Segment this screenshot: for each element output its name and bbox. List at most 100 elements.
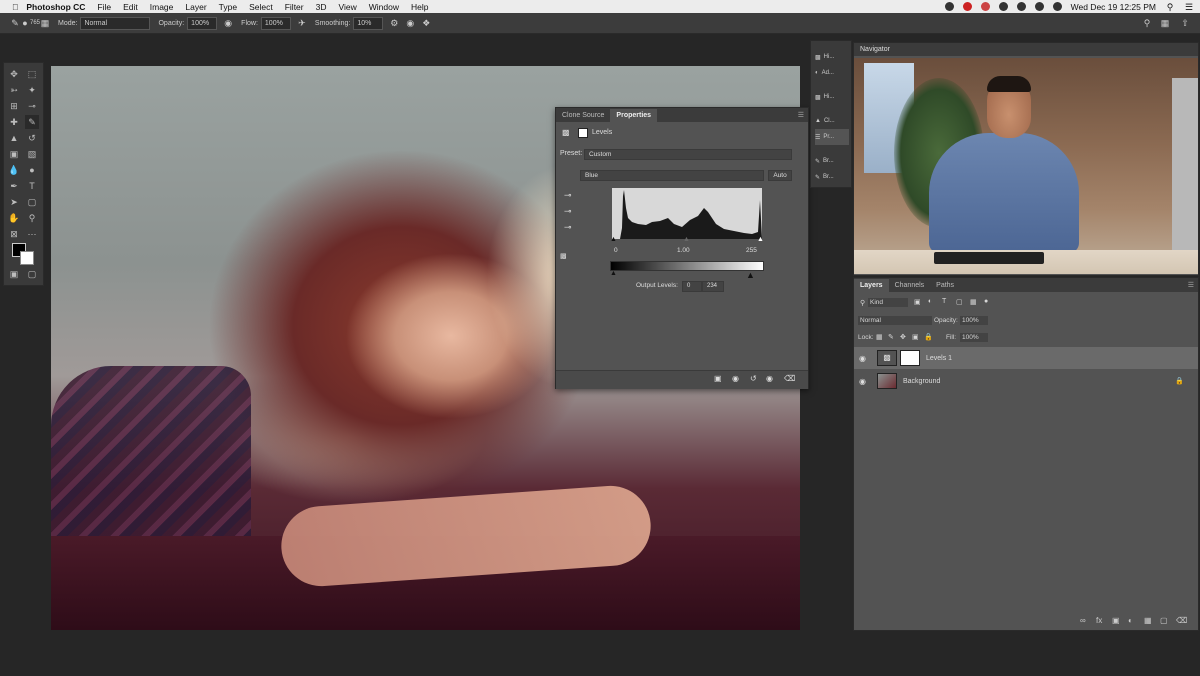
tab-paths[interactable]: Paths bbox=[930, 279, 960, 292]
visibility-eye-icon[interactable]: ◉ bbox=[766, 374, 773, 383]
output-white-slider-icon[interactable]: ▲ bbox=[746, 270, 755, 280]
search-icon[interactable]: ⚲ bbox=[1142, 18, 1152, 28]
menu-layer[interactable]: Layer bbox=[185, 2, 206, 12]
more-tools-icon[interactable]: ⋯ bbox=[25, 227, 39, 241]
share-icon[interactable]: ⇧ bbox=[1180, 18, 1190, 28]
white-point-eyedropper-icon[interactable]: ⊸ bbox=[564, 222, 572, 233]
artboard-tool-icon[interactable]: ⊠ bbox=[7, 227, 21, 241]
mode-select[interactable]: Normal bbox=[80, 16, 151, 30]
marquee-tool-icon[interactable]: ⬚ bbox=[25, 67, 39, 81]
preset-select[interactable]: Custom bbox=[584, 149, 792, 160]
lasso-tool-icon[interactable]: ➳ bbox=[7, 83, 21, 97]
filter-toggle-icon[interactable]: ● bbox=[984, 298, 988, 305]
spotlight-icon[interactable]: ⚲ bbox=[1165, 2, 1175, 12]
filter-smart-object-icon[interactable]: ▦ bbox=[970, 298, 977, 306]
app-name-menu[interactable]: Photoshop CC bbox=[26, 2, 85, 12]
menu-image[interactable]: Image bbox=[150, 2, 174, 12]
new-group-icon[interactable]: ▦ bbox=[1144, 616, 1152, 625]
input-white-slider-icon[interactable]: ▲ bbox=[757, 236, 764, 243]
menu-window[interactable]: Window bbox=[369, 2, 399, 12]
delete-layer-icon[interactable]: ⌫ bbox=[1176, 616, 1187, 625]
menu-extra-icon[interactable] bbox=[980, 2, 990, 11]
filter-search-icon[interactable]: ⚲ bbox=[860, 299, 865, 307]
screen-mode-icon[interactable]: ▢ bbox=[25, 267, 39, 281]
layer-name[interactable]: Background bbox=[903, 378, 940, 385]
input-gamma-value[interactable]: 1.00 bbox=[677, 247, 690, 254]
crop-tool-icon[interactable]: ⊞ bbox=[7, 99, 21, 113]
lock-pixels-icon[interactable]: ✎ bbox=[888, 333, 894, 341]
panel-brush-settings-icon[interactable]: ✎ Br... bbox=[815, 169, 849, 185]
delete-icon[interactable]: ⌫ bbox=[784, 374, 795, 383]
tab-clone-source[interactable]: Clone Source bbox=[556, 109, 610, 122]
layer-opacity-field[interactable]: 100% bbox=[960, 316, 988, 325]
tab-layers[interactable]: Layers bbox=[854, 279, 889, 292]
path-selection-tool-icon[interactable]: ➤ bbox=[7, 195, 21, 209]
layer-row-levels[interactable]: ◉ ▩ Levels 1 bbox=[854, 347, 1198, 369]
creative-cloud-icon[interactable] bbox=[944, 2, 954, 11]
blur-tool-icon[interactable]: 💧 bbox=[7, 163, 21, 177]
move-tool-icon[interactable]: ✥ bbox=[7, 67, 21, 81]
type-tool-icon[interactable]: T bbox=[25, 179, 39, 193]
histogram-mini-icon[interactable]: ▩ bbox=[560, 252, 567, 260]
notification-center-icon[interactable]: ☰ bbox=[1184, 2, 1194, 12]
output-black-field[interactable]: 0 bbox=[682, 281, 702, 292]
history-brush-tool-icon[interactable]: ↺ bbox=[25, 131, 39, 145]
gray-point-eyedropper-icon[interactable]: ⊸ bbox=[564, 206, 572, 217]
battery-icon[interactable] bbox=[1052, 2, 1062, 11]
panel-clone-source-icon[interactable]: ▲ Cl... bbox=[815, 113, 849, 129]
zoom-tool-icon[interactable]: ⚲ bbox=[25, 211, 39, 225]
workspace-icon[interactable]: ▦ bbox=[1160, 18, 1170, 28]
layer-name[interactable]: Levels 1 bbox=[926, 355, 952, 362]
panel-history-icon[interactable]: ▩ Hi... bbox=[815, 89, 849, 105]
blend-mode-select[interactable]: Normal bbox=[858, 316, 932, 325]
layer-mask-thumbnail[interactable] bbox=[900, 350, 920, 366]
menu-3d[interactable]: 3D bbox=[316, 2, 327, 12]
visibility-eye-icon[interactable]: ◉ bbox=[859, 377, 869, 386]
navigator-title[interactable]: Navigator bbox=[854, 43, 1198, 56]
quick-mask-icon[interactable]: ▣ bbox=[7, 267, 21, 281]
dodge-tool-icon[interactable]: ● bbox=[25, 163, 39, 177]
clone-stamp-tool-icon[interactable]: ▲ bbox=[7, 131, 21, 145]
background-color-swatch[interactable] bbox=[20, 251, 34, 265]
magic-wand-tool-icon[interactable]: ✦ bbox=[25, 83, 39, 97]
channel-select[interactable]: Blue bbox=[580, 170, 764, 181]
lock-icon[interactable]: 🔒 bbox=[1175, 377, 1184, 385]
filter-pixel-icon[interactable]: ▣ bbox=[914, 298, 921, 306]
clip-to-layer-icon[interactable]: ▣ bbox=[714, 374, 722, 383]
hand-tool-icon[interactable]: ✋ bbox=[7, 211, 21, 225]
apple-icon[interactable]:  bbox=[12, 2, 18, 12]
brush-preset-picker-icon[interactable]: ● bbox=[20, 18, 30, 28]
airbrush-icon[interactable]: ✈ bbox=[297, 18, 307, 28]
output-white-field[interactable]: 234 bbox=[702, 281, 724, 292]
layers-panel-menu-icon[interactable]: ☰ bbox=[1184, 278, 1198, 292]
new-adjustment-layer-icon[interactable]: ◐ bbox=[1128, 616, 1133, 625]
lock-all-icon[interactable]: 🔒 bbox=[924, 333, 933, 341]
menu-help[interactable]: Help bbox=[411, 2, 428, 12]
gear-icon[interactable]: ⚙ bbox=[389, 18, 399, 28]
panel-brushes-icon[interactable]: ✎ Br... bbox=[815, 153, 849, 169]
menu-file[interactable]: File bbox=[97, 2, 111, 12]
gradient-tool-icon[interactable]: ▧ bbox=[25, 147, 39, 161]
panel-histogram-icon[interactable]: ▩ Hi... bbox=[815, 49, 849, 65]
record-icon[interactable] bbox=[962, 2, 972, 11]
panel-menu-icon[interactable]: ☰ bbox=[794, 108, 808, 122]
input-black-slider-icon[interactable]: ▲ bbox=[610, 236, 617, 243]
brush-tool-icon[interactable]: ✎ bbox=[25, 115, 39, 129]
auto-button[interactable]: Auto bbox=[768, 170, 792, 181]
wifi-icon[interactable] bbox=[1016, 2, 1026, 11]
tab-channels[interactable]: Channels bbox=[889, 279, 931, 292]
lock-artboard-icon[interactable]: ▣ bbox=[912, 333, 919, 341]
eraser-tool-icon[interactable]: ▣ bbox=[7, 147, 21, 161]
menu-filter[interactable]: Filter bbox=[285, 2, 304, 12]
healing-brush-tool-icon[interactable]: ✚ bbox=[7, 115, 21, 129]
menu-select[interactable]: Select bbox=[249, 2, 273, 12]
dropbox-icon[interactable] bbox=[998, 2, 1008, 11]
view-previous-state-icon[interactable]: ◉ bbox=[732, 374, 739, 383]
filter-shape-icon[interactable]: ▢ bbox=[956, 298, 963, 306]
lock-position-icon[interactable]: ✥ bbox=[900, 333, 906, 341]
menubar-clock[interactable]: Wed Dec 19 12:25 PM bbox=[1071, 2, 1156, 12]
symmetry-icon[interactable]: ❖ bbox=[421, 18, 431, 28]
menu-view[interactable]: View bbox=[338, 2, 356, 12]
visibility-eye-icon[interactable]: ◉ bbox=[859, 354, 869, 363]
pressure-size-icon[interactable]: ◉ bbox=[405, 18, 415, 28]
